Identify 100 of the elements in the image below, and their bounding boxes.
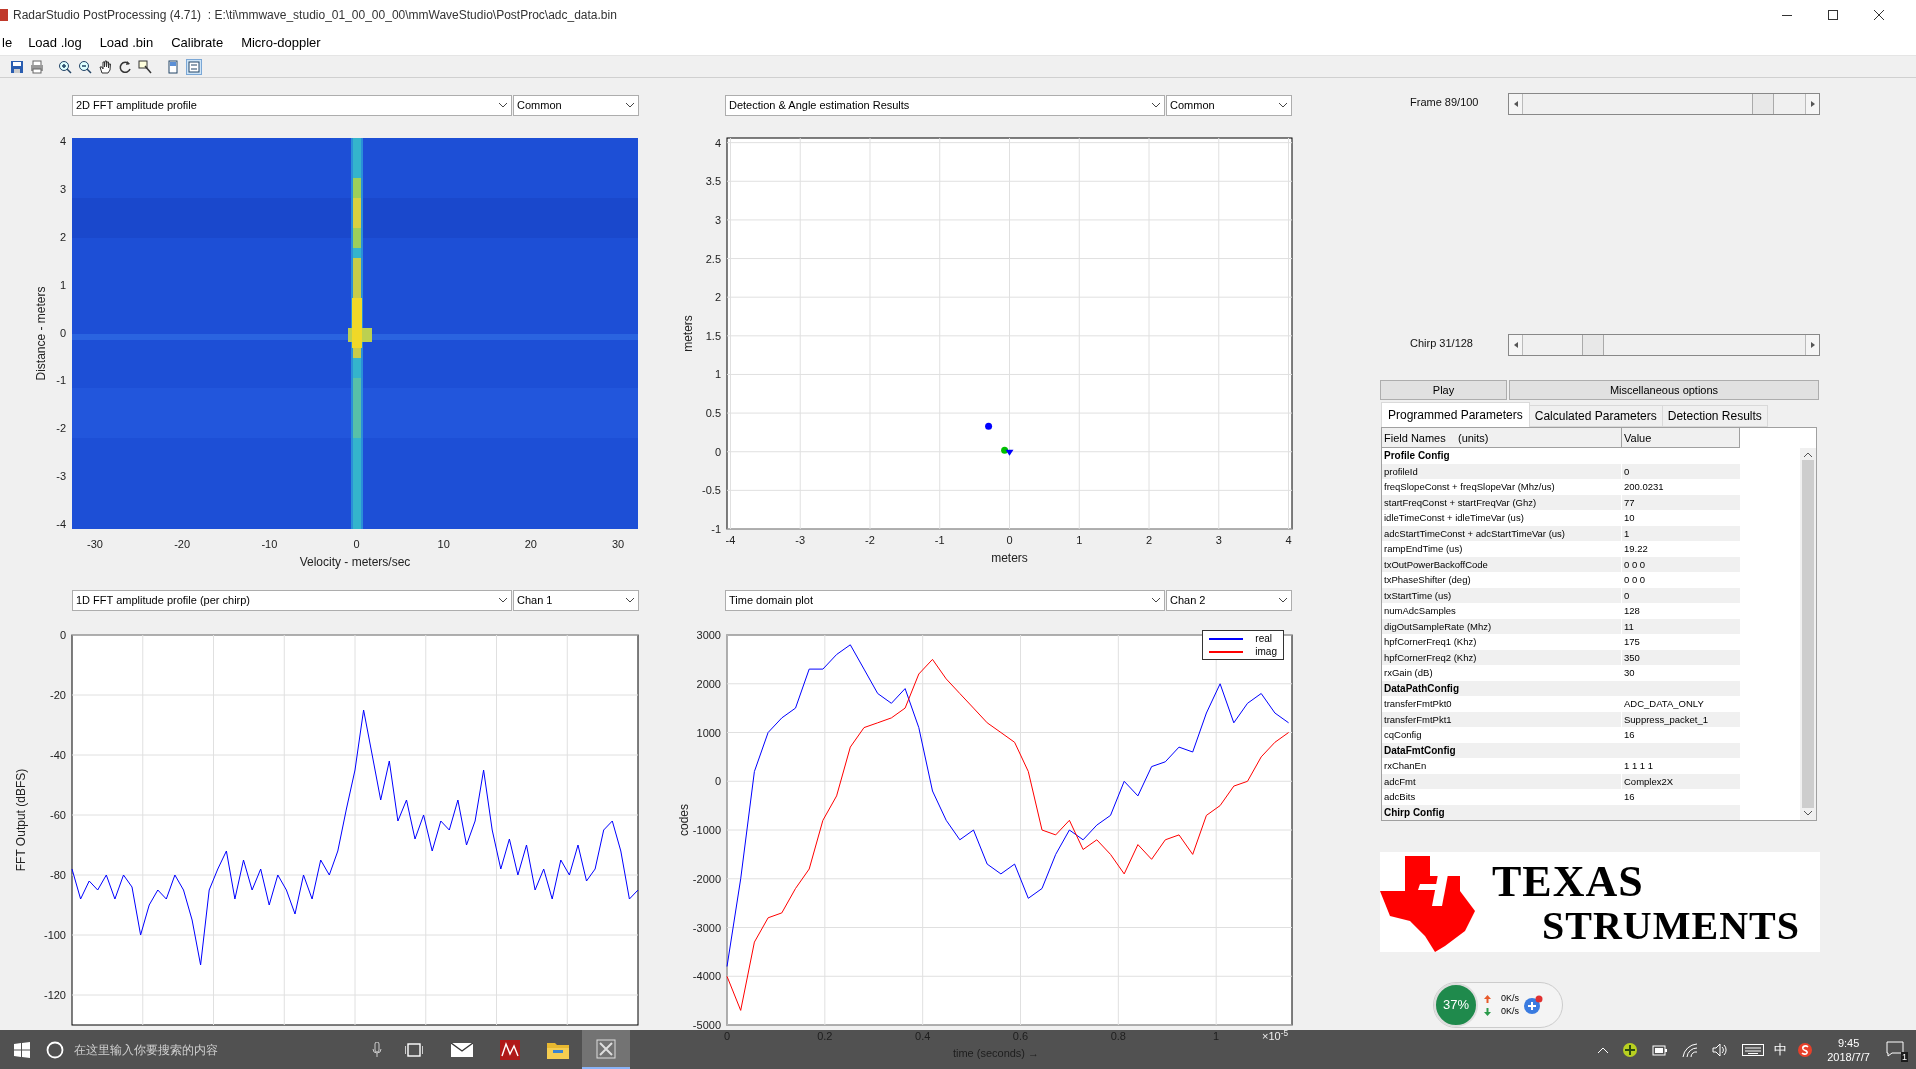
tools-app-icon[interactable]: [596, 1038, 616, 1059]
menu-item[interactable]: Load .bin: [97, 32, 156, 53]
tick-label: 0: [59, 629, 66, 641]
column-header[interactable]: Field Names (units): [1382, 428, 1622, 447]
right-arrow-icon[interactable]: [1810, 101, 1815, 107]
input-method-indicator[interactable]: 中: [1774, 1039, 1788, 1060]
tick-label: 0: [1006, 534, 1013, 546]
tick-label: -1: [56, 374, 66, 387]
table-cell-text: Complex2X: [1623, 774, 1675, 789]
dropdown[interactable]: Common: [1166, 95, 1292, 116]
table-cell: adcBits: [1382, 789, 1622, 805]
legend-icon[interactable]: [186, 58, 202, 75]
tick-label: -60: [50, 809, 66, 821]
clock-date: 2018/7/7: [1827, 1049, 1870, 1064]
caret-icon: [1152, 103, 1160, 108]
tick-label: 4: [59, 135, 66, 147]
dropdown[interactable]: Chan 1: [513, 590, 639, 611]
mail-icon[interactable]: [451, 1042, 473, 1057]
dropdown[interactable]: 1D FFT amplitude profile (per chirp): [72, 590, 512, 611]
windows-start-icon[interactable]: [14, 1041, 30, 1058]
slider[interactable]: [1508, 334, 1820, 356]
scroll-down-icon[interactable]: [1804, 811, 1812, 816]
tick-label: -1: [934, 534, 945, 546]
maximize-icon: [1828, 10, 1838, 20]
tab[interactable]: Calculated Parameters: [1528, 405, 1663, 427]
tick-label: -4: [56, 518, 66, 530]
search-field[interactable]: 在这里输入你要搜索的内容: [46, 1030, 390, 1069]
clock[interactable]: 9:45 2018/7/7: [1827, 1035, 1870, 1064]
tab[interactable]: Programmed Parameters: [1381, 402, 1530, 427]
plus-icon[interactable]: [1523, 995, 1543, 1015]
menu-item[interactable]: Calibrate: [169, 32, 226, 53]
panel-icon[interactable]: [166, 59, 180, 74]
tick-label: 30: [611, 538, 625, 550]
table-cell: txPhaseShifter (deg): [1382, 572, 1622, 588]
tick-label: 1.5: [705, 329, 721, 342]
tick-label: 1: [714, 368, 721, 381]
axis-label: meters: [991, 551, 1028, 565]
caret-icon: [1152, 598, 1160, 603]
volume-icon[interactable]: [1712, 1042, 1729, 1057]
tick-label: -3: [795, 534, 806, 546]
table-section-title: DataFmtConfig: [1383, 743, 1456, 758]
slider-label: Frame 89/100: [1409, 95, 1480, 110]
slider-thumb[interactable]: [1581, 335, 1604, 355]
table-section-title: Chirp Config: [1383, 805, 1445, 820]
tick-label: -4000: [692, 970, 721, 983]
table-cell-text: 200.0231: [1623, 480, 1665, 494]
slider[interactable]: [1508, 93, 1820, 115]
table-cell-text: ADC_DATA_ONLY: [1623, 697, 1705, 711]
logo-text: STRUMENTS: [1542, 906, 1800, 946]
table-cell-text: 0: [1623, 588, 1631, 603]
scrollbar[interactable]: [1800, 448, 1816, 820]
dropdown[interactable]: Detection & Angle estimation Results: [725, 95, 1165, 116]
table-cell-text: 0 0 0: [1623, 573, 1647, 587]
logo-text: TEXAS: [1492, 860, 1645, 904]
right-arrow-icon[interactable]: [1810, 342, 1815, 348]
dropdown[interactable]: 2D FFT amplitude profile: [72, 95, 512, 116]
sogou-icon[interactable]: [1797, 1041, 1814, 1058]
microphone-icon[interactable]: [372, 1041, 382, 1058]
menu-item[interactable]: Micro-doppler: [239, 32, 323, 53]
tick-label: 0: [353, 538, 360, 550]
window-title: RadarStudio PostProcessing (4.71) : E:\ti\mmwave_studio_01_00_00_00\mmWaveStudio\PostProc\adc_data.bin: [13, 7, 617, 24]
dropdown[interactable]: Time domain plot: [725, 590, 1165, 611]
options-button[interactable]: Miscellaneous options: [1509, 380, 1819, 400]
task-view-icon[interactable]: [405, 1042, 423, 1057]
dropdown[interactable]: Chan 2: [1166, 590, 1292, 611]
hand-icon[interactable]: [98, 59, 112, 74]
table-cell: rxChanEn: [1382, 758, 1622, 774]
keyboard-icon[interactable]: [1742, 1043, 1765, 1056]
print-icon[interactable]: [30, 59, 44, 74]
slider-thumb[interactable]: [1752, 94, 1775, 114]
download-speed: 0K/s: [1501, 1005, 1519, 1018]
column-header[interactable]: Value: [1622, 428, 1740, 447]
tick-label: -1000: [692, 824, 721, 836]
tick-label: -20: [50, 689, 66, 701]
left-arrow-icon[interactable]: [1513, 101, 1518, 107]
tab[interactable]: Detection Results: [1661, 405, 1768, 427]
battery-icon[interactable]: [1652, 1043, 1669, 1056]
table-cell-text: 10: [1623, 511, 1636, 525]
left-arrow-icon[interactable]: [1513, 342, 1518, 348]
play-button[interactable]: Play: [1380, 380, 1507, 400]
data-cursor-icon[interactable]: [138, 59, 152, 74]
tick-label: 1: [59, 278, 66, 291]
save-icon[interactable]: [10, 59, 24, 74]
waveform-app-icon[interactable]: [500, 1039, 520, 1060]
notification-button[interactable]: 1: [1886, 1040, 1906, 1059]
folder-icon[interactable]: [547, 1040, 569, 1059]
scrollbar-thumb[interactable]: [1802, 460, 1814, 808]
chevron-up-icon[interactable]: [1598, 1046, 1609, 1053]
menu-item[interactable]: le: [0, 32, 15, 53]
rotate-icon[interactable]: [118, 59, 132, 74]
zoom-out-icon[interactable]: [78, 59, 92, 74]
caret-icon: [499, 103, 507, 108]
zoom-in-icon[interactable]: [58, 59, 72, 74]
axis-label: FFT Output (dBFS): [14, 768, 28, 872]
tick-label: -1: [711, 523, 721, 535]
scroll-up-icon[interactable]: [1804, 452, 1812, 457]
wifi-icon[interactable]: [1682, 1042, 1699, 1057]
dropdown[interactable]: Common: [513, 95, 639, 116]
table-cell-text: 1 1 1 1: [1623, 759, 1655, 773]
menu-item[interactable]: Load .log: [26, 32, 84, 53]
